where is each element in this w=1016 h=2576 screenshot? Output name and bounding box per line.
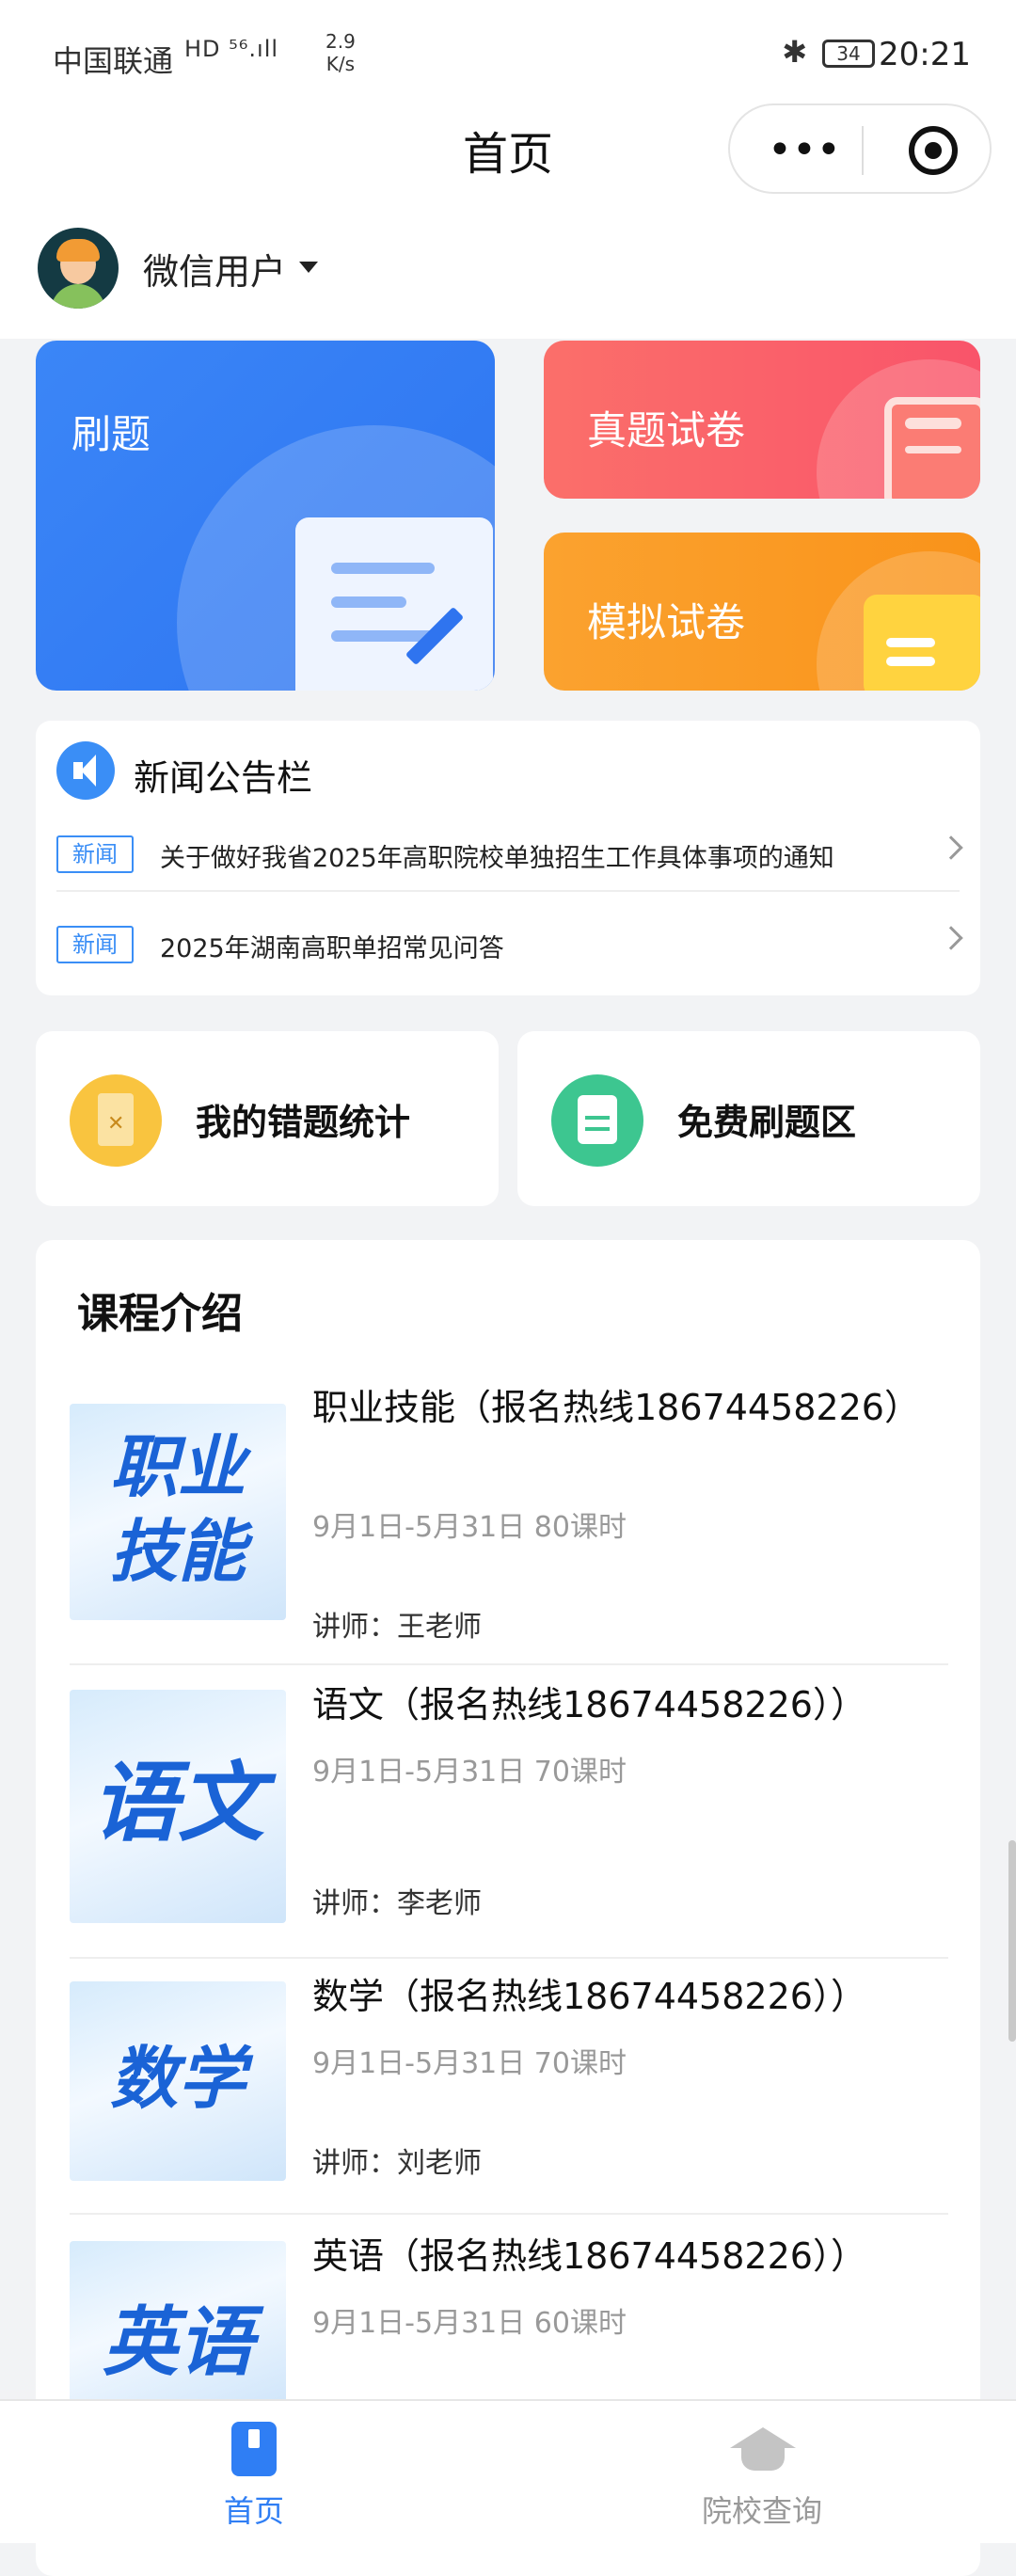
- folder-icon: [864, 595, 980, 691]
- course-heading: 课程介绍: [77, 1290, 243, 1338]
- course-thumbnail-text: 数学: [109, 2039, 246, 2118]
- wrong-answers-icon-mark: ✕: [107, 1112, 125, 1136]
- mistakes-stats-label: 我的错题统计: [196, 1102, 411, 1143]
- signal-icon: HD ⁵⁶.ıll: [184, 36, 279, 62]
- capsule-divider: [862, 126, 864, 175]
- tab-home[interactable]: 首页: [0, 2401, 508, 2545]
- miniprogram-capsule: •••: [728, 103, 992, 194]
- news-tag: 新闻: [56, 926, 134, 963]
- graduation-cap-icon: [730, 2422, 796, 2476]
- course-item[interactable]: 数学 数学（报名热线18674458226）） 9月1日-5月31日 70课时 …: [70, 1970, 948, 2230]
- course-divider: [70, 1663, 948, 1665]
- news-title[interactable]: 2025年湖南高职单招常见问答: [160, 928, 504, 964]
- course-divider: [70, 1957, 948, 1959]
- course-thumbnail[interactable]: 数学: [70, 1981, 286, 2181]
- course-schedule: 9月1日-5月31日 70课时: [312, 2047, 627, 2080]
- course-thumbnail-text: 职业技能: [109, 1427, 246, 1591]
- more-icon[interactable]: •••: [768, 126, 841, 174]
- course-thumbnail[interactable]: 语文: [70, 1690, 286, 1923]
- user-row[interactable]: 微信用户: [0, 216, 1016, 339]
- news-tag: 新闻: [56, 835, 134, 873]
- course-thumbnail[interactable]: 职业技能: [70, 1404, 286, 1620]
- close-target-icon[interactable]: [909, 126, 958, 175]
- course-title[interactable]: 语文（报名热线18674458226））: [312, 1678, 914, 1731]
- chevron-right-icon[interactable]: [939, 926, 963, 950]
- course-thumbnail-text: 英语: [103, 2298, 253, 2386]
- course-teacher: 讲师：刘老师: [312, 2147, 482, 2180]
- course-item[interactable]: 职业技能 职业技能（报名热线18674458226） 9月1日-5月31日 80…: [70, 1381, 948, 1675]
- course-item[interactable]: 语文 语文（报名热线18674458226）） 9月1日-5月31日 70课时 …: [70, 1678, 948, 1972]
- news-title[interactable]: 关于做好我省2025年高职院校单独招生工作具体事项的通知: [160, 837, 834, 874]
- course-teacher: 讲师：王老师: [312, 1611, 482, 1644]
- mistakes-stats-entry[interactable]: ✕ 我的错题统计: [36, 1031, 499, 1206]
- news-item[interactable]: 新闻 2025年湖南高职单招常见问答: [36, 901, 980, 986]
- home-icon: [231, 2422, 277, 2476]
- course-title[interactable]: 数学（报名热线18674458226））: [312, 1970, 914, 2023]
- edit-document-icon: [295, 517, 493, 691]
- mock-papers-card[interactable]: 模拟试卷: [544, 533, 980, 691]
- scrollbar[interactable]: [1008, 1840, 1016, 2042]
- carrier-label: 中国联通: [53, 43, 174, 79]
- news-item[interactable]: 新闻 关于做好我省2025年高职院校单独招生工作具体事项的通知: [36, 811, 980, 896]
- nav-header: 首页 •••: [0, 103, 1016, 216]
- course-thumbnail[interactable]: 英语: [70, 2241, 286, 2410]
- course-title[interactable]: 英语（报名热线18674458226））: [312, 2230, 914, 2282]
- avatar[interactable]: [38, 228, 119, 309]
- course-item[interactable]: 英语 英语（报名热线18674458226）） 9月1日-5月31日 60课时: [70, 2230, 948, 2410]
- chevron-right-icon[interactable]: [939, 835, 963, 860]
- network-speed-value: 2.9: [325, 30, 356, 53]
- network-speed: 2.9 K/s: [325, 30, 356, 75]
- free-practice-entry[interactable]: 免费刷题区: [517, 1031, 980, 1206]
- free-practice-label: 免费刷题区: [677, 1102, 857, 1143]
- network-speed-unit: K/s: [325, 53, 356, 75]
- practice-card[interactable]: 刷题: [36, 341, 495, 691]
- course-schedule: 9月1日-5月31日 60课时: [312, 2307, 627, 2340]
- user-name[interactable]: 微信用户: [143, 243, 286, 294]
- exam-paper-icon: [884, 397, 980, 499]
- mock-papers-label: 模拟试卷: [587, 599, 746, 645]
- battery-icon: 34: [822, 40, 875, 68]
- course-schedule: 9月1日-5月31日 70课时: [312, 1756, 627, 1789]
- practice-card-label: 刷题: [71, 411, 151, 457]
- clock: 20:21: [879, 36, 971, 73]
- bluetooth-icon: ✱: [782, 34, 807, 70]
- course-schedule: 9月1日-5月31日 80课时: [312, 1511, 627, 1544]
- tab-home-label: 首页: [223, 2493, 284, 2529]
- tab-bar: 首页 院校查询: [0, 2399, 1016, 2543]
- tab-school-label: 院校查询: [701, 2493, 822, 2529]
- news-heading: 新闻公告栏: [134, 757, 313, 799]
- course-section: 课程介绍 职业技能 职业技能（报名热线18674458226） 9月1日-5月3…: [36, 1240, 980, 2576]
- tab-school-search[interactable]: 院校查询: [508, 2401, 1016, 2545]
- chevron-down-icon[interactable]: [299, 262, 318, 273]
- speaker-icon: [56, 741, 115, 800]
- course-thumbnail-text: 语文: [90, 1753, 264, 1853]
- real-papers-label: 真题试卷: [587, 407, 746, 453]
- news-divider: [56, 890, 960, 892]
- course-teacher: 讲师：李老师: [312, 1887, 482, 1920]
- course-divider: [70, 2213, 948, 2215]
- status-bar: 中国联通 HD ⁵⁶.ıll 2.9 K/s ✱ 34 20:21: [0, 0, 1016, 103]
- course-title[interactable]: 职业技能（报名热线18674458226）: [312, 1381, 920, 1434]
- news-board: 新闻公告栏 新闻 关于做好我省2025年高职院校单独招生工作具体事项的通知 新闻…: [36, 721, 980, 995]
- real-papers-card[interactable]: 真题试卷: [544, 341, 980, 499]
- wrong-answers-icon: ✕: [70, 1074, 162, 1167]
- free-notebook-icon: [551, 1074, 643, 1167]
